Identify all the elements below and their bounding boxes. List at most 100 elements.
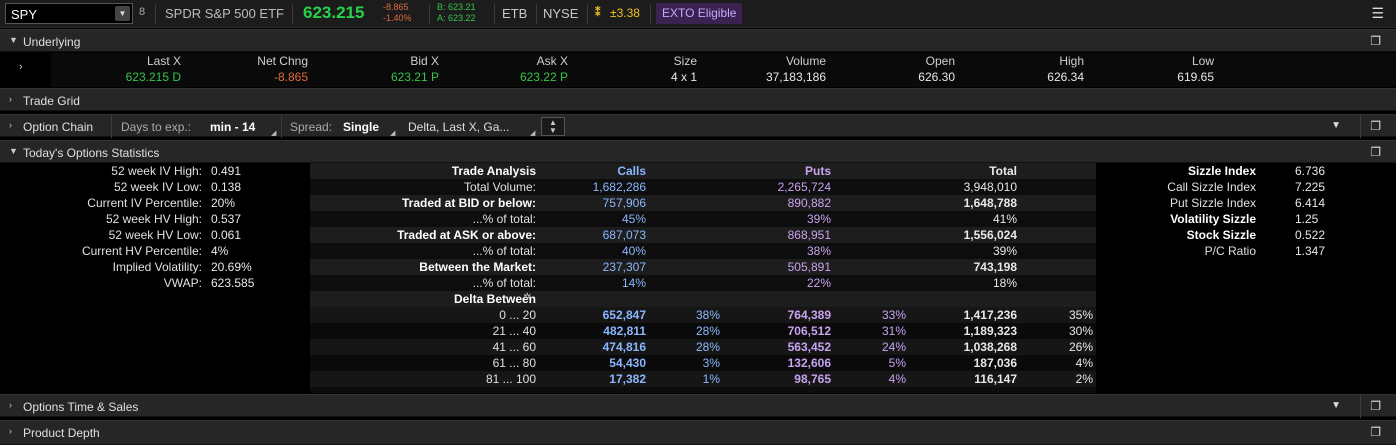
chevron-right-icon[interactable]: › [9,426,12,436]
popout-icon[interactable]: ❐ [1370,145,1381,159]
symbol-input[interactable]: SPY ▼ [5,3,133,24]
divider [494,4,495,24]
sizzle-label: Volatility Sizzle [1170,212,1256,226]
spread-select[interactable]: Single [343,120,379,134]
section-title: Product Depth [23,426,100,440]
dropdown-corner-icon[interactable]: ◢ [271,129,276,137]
total-value: 1,417,236 [963,308,1017,322]
row-label: Traded at BID or below: [401,196,536,210]
table-row: ...% of total: 40% 38% 39% [310,243,1096,259]
spread-label: Spread: [290,120,333,134]
days-to-expiration-label: Days to exp.: [121,120,192,134]
sizzle-value: 7.225 [1295,180,1326,194]
total-value: 187,036 [973,356,1017,370]
sizzle-value: 1.347 [1295,244,1326,258]
delta-range: 41 ... 60 [492,340,536,354]
total-value: 743,198 [973,260,1017,274]
stat-value: 0.491 [211,164,242,178]
divider [281,115,282,138]
underlying-col-low: Low 619.65 [51,53,1214,87]
section-todays-options-statistics[interactable]: ▼ Today's Options Statistics ❐ [0,140,1396,163]
link-icon[interactable]: 8 [139,6,145,18]
puts-value: 38% [806,244,831,258]
divider [292,4,293,24]
sizzle-value: 6.414 [1295,196,1326,210]
header-label: Trade Analysis [451,164,536,178]
underlying-table: Last X 623.215 D Net Chng -8.865 Bid X 6… [51,53,1396,87]
popout-icon[interactable]: ❐ [1370,34,1381,48]
row-label: Traded at ASK or above: [397,228,536,242]
dropdown-corner-icon[interactable]: ◢ [530,129,535,137]
puts-value: 505,891 [787,260,831,274]
calls-value: 237,307 [602,260,646,274]
columns-select[interactable]: Delta, Last X, Ga... [408,120,509,134]
chevron-right-icon[interactable]: › [9,120,12,130]
chevron-right-icon[interactable]: › [19,61,23,73]
delta-range: 21 ... 40 [492,324,536,338]
divider [587,4,588,24]
delta-row: 81 ... 100 17,382 1% 98,765 4% 116,147 2… [310,371,1096,387]
section-product-depth[interactable]: › Product Depth ❐ [0,420,1396,445]
total-percent: 26% [1068,340,1093,354]
puts-percent: 4% [888,372,906,386]
calls-percent: 1% [702,372,720,386]
filter-icon[interactable]: ▼ [1331,400,1341,411]
menu-icon[interactable]: ☰ [1371,5,1384,22]
total-value: 1,038,268 [963,340,1017,354]
symbol-dropdown-icon[interactable]: ▼ [115,6,130,21]
section-options-time-sales[interactable]: › Options Time & Sales ▼ ❐ [0,394,1396,418]
gear-icon[interactable]: ✲ [523,292,531,303]
delta-range: 0 ... 20 [499,308,536,322]
sizzle-value: 1.25 [1295,212,1319,226]
etb-badge: ETB [502,6,528,21]
divider [650,4,651,24]
cell-value: 619.65 [1177,70,1214,84]
table-row: Between the Market: 237,307 505,891 743,… [310,259,1096,275]
strikes-stepper[interactable]: ▲ ▼ [541,117,565,136]
calls-percent: 3% [702,356,720,370]
popout-icon[interactable]: ❐ [1370,399,1381,413]
symbol-value: SPY [11,7,38,22]
popout-icon[interactable]: ❐ [1370,119,1381,133]
section-trade-grid[interactable]: › Trade Grid [0,88,1396,111]
puts-value: 764,389 [787,308,831,322]
stat-label: 52 week HV Low: [108,228,202,242]
chevron-right-icon[interactable]: › [9,94,12,104]
calls-value: 17,382 [609,372,646,386]
chevron-right-icon[interactable]: › [9,400,12,410]
net-change: -8.865 [383,2,409,12]
collapse-arrows-icon[interactable]: ▼ [1331,120,1341,131]
puts-value: 22% [806,276,831,290]
ask-price: A: 623.22 [437,13,476,23]
calls-value: 40% [621,244,646,258]
delta-between-label: Delta Between [453,292,536,306]
trade-analysis-table: Trade Analysis Calls Puts Total Total Vo… [310,163,1096,393]
stat-value: 20% [211,196,236,210]
stat-label: 52 week IV Low: [113,180,202,194]
puts-percent: 5% [888,356,906,370]
stat-label: 52 week HV High: [105,212,202,226]
divider [111,115,112,138]
delta-row: 21 ... 40 482,811 28% 706,512 31% 1,189,… [310,323,1096,339]
total-percent: 2% [1075,372,1093,386]
days-to-expiration-select[interactable]: min - 14 [210,120,255,134]
puts-value: 39% [806,212,831,226]
divider [155,4,156,24]
stat-label: Current IV Percentile: [87,196,202,210]
dropdown-corner-icon[interactable]: ◢ [390,129,395,137]
calls-value: 757,906 [602,196,646,210]
stat-label: Implied Volatility: [112,260,202,274]
chevron-down-icon[interactable]: ▼ [9,35,18,45]
chevron-down-icon[interactable]: ▼ [9,146,18,156]
calls-value: 474,816 [602,340,646,354]
puts-value: 890,882 [787,196,831,210]
last-price: 623.215 [303,3,365,22]
total-value: 1,648,788 [963,196,1017,210]
section-underlying[interactable]: ▼ Underlying ❐ [0,29,1396,52]
column-header[interactable]: Low [1192,54,1214,68]
section-option-chain[interactable]: › Option Chain Days to exp.: min - 14 ◢ … [0,114,1396,138]
table-row: Traded at ASK or above: 687,073 868,951 … [310,227,1096,243]
total-percent: 4% [1075,356,1093,370]
popout-icon[interactable]: ❐ [1370,425,1381,439]
trade-analysis-header-row: Trade Analysis Calls Puts Total [310,163,1096,179]
